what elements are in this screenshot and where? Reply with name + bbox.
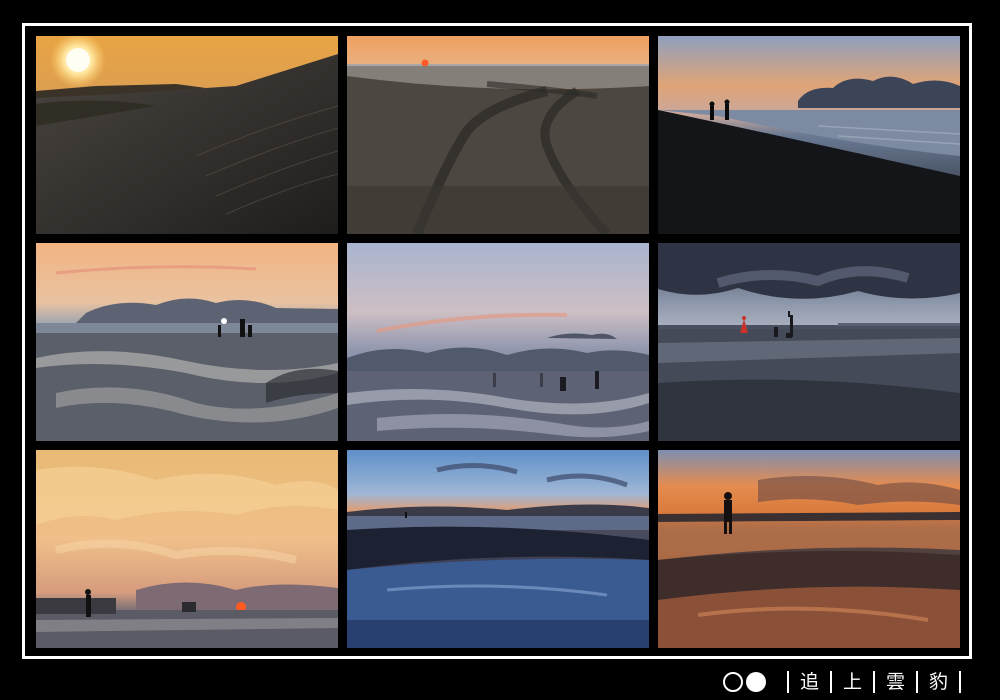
divider — [786, 671, 789, 693]
signature-char-4: 豹 — [928, 671, 948, 693]
photo-collage-grid — [36, 36, 960, 648]
divider — [915, 671, 918, 693]
divider — [829, 671, 832, 693]
hollow-circle-icon — [722, 672, 743, 692]
photo-blue-dusk-shoreline — [347, 450, 649, 648]
filled-circle-icon — [745, 672, 766, 692]
photographer-signature: 追 上 雲 豹 — [722, 668, 972, 696]
photo-tidal-flat-photographers — [36, 243, 338, 441]
divider — [872, 671, 875, 693]
photo-golden-clouds-sunset-figure — [36, 450, 338, 648]
signature-char-1: 追 — [799, 671, 819, 693]
photo-sand-dune-sunset — [36, 36, 338, 234]
photo-blurred-figures-tidal-flat — [347, 243, 649, 441]
signature-char-3: 雲 — [885, 671, 905, 693]
photo-beach-tire-tracks-sunset — [347, 36, 649, 234]
photo-couple-walking-beach-dusk — [658, 36, 960, 234]
divider — [959, 671, 961, 693]
photo-silhouette-orange-reflection — [658, 450, 960, 648]
photo-wedding-shoot-overcast-beach — [658, 243, 960, 441]
signature-char-2: 上 — [842, 671, 862, 693]
